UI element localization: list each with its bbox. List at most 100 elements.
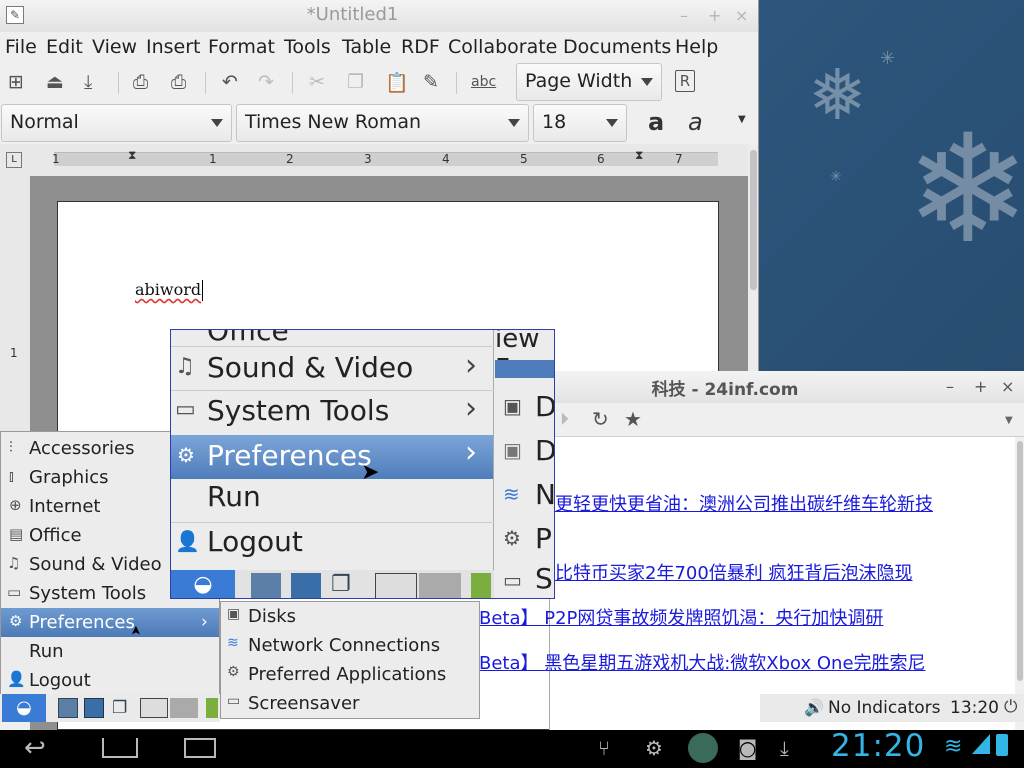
menu-file[interactable]: File [5, 36, 37, 58]
menu-tools[interactable]: Tools [284, 36, 331, 58]
redo-icon[interactable]: ↷ [258, 71, 274, 93]
italic-icon[interactable]: a [688, 108, 703, 136]
tab-stop-icon[interactable]: L [6, 152, 22, 168]
print-icon[interactable]: ⎙ [133, 71, 148, 93]
save-icon[interactable]: ⤓ [84, 71, 92, 93]
desktop-pager-icon[interactable] [170, 698, 198, 718]
menu-help[interactable]: Help [675, 36, 718, 58]
minimize-button[interactable]: – [946, 377, 954, 396]
window-icon[interactable]: ❐ [112, 698, 127, 718]
news-link[interactable]: Beta】 黑色星期五游戏机大战:微软Xbox One完胜索尼 [479, 649, 926, 675]
ruler-number: 6 [597, 152, 605, 166]
chevron-right-icon: › [465, 435, 477, 470]
zoom-item-run[interactable]: Run [207, 480, 261, 513]
forward-icon[interactable]: ⏵ [560, 409, 569, 430]
logout-icon: 👤 [7, 670, 26, 688]
home-icon[interactable] [102, 738, 138, 758]
font-size-combo[interactable]: 18 [533, 104, 627, 142]
mouse-cursor-icon: ➤ [128, 625, 144, 636]
zoom-submenu-letter[interactable]: D [535, 434, 554, 467]
zoom-divider [171, 390, 494, 391]
bookmark-star-icon[interactable]: ★ [624, 407, 642, 431]
menu-format[interactable]: Format [208, 36, 275, 58]
zoom-item-preferences-row[interactable]: ⚙ Preferences › [171, 435, 493, 479]
recent-apps-icon[interactable] [184, 738, 216, 758]
copy-icon[interactable]: ❐ [347, 71, 364, 93]
browser-scrollbar[interactable] [1015, 437, 1024, 730]
left-indent-marker[interactable]: ⧗ [128, 148, 136, 163]
style-combo[interactable]: Normal [1, 104, 232, 142]
close-button[interactable]: × [735, 6, 748, 25]
submenu-item-screensaver[interactable]: ▭ Screensaver [221, 689, 479, 718]
zoom-item-office[interactable]: Office [207, 330, 289, 347]
menu-rdf[interactable]: RDF [401, 36, 440, 58]
ruler-number: 1 [52, 152, 60, 166]
zoom-item-system-tools[interactable]: System Tools [207, 394, 389, 427]
document-text[interactable]: abiword [135, 280, 201, 299]
spellcheck-icon[interactable]: abc [471, 74, 496, 90]
font-combo[interactable]: Times New Roman [236, 104, 529, 142]
menu-table[interactable]: Table [342, 36, 391, 58]
menu-item-preferences[interactable]: ⚙ Preferences › [1, 608, 219, 637]
maximize-button[interactable]: + [974, 377, 987, 396]
desktop-pager-icon [419, 573, 461, 598]
menu-item-run[interactable]: Run [1, 637, 219, 666]
open-icon[interactable]: ⏏ [46, 71, 64, 93]
bold-icon[interactable]: a [648, 108, 664, 136]
app-icon[interactable] [206, 698, 218, 718]
zoom-submenu-letter[interactable]: P [535, 522, 552, 555]
zoom-item-logout[interactable]: Logout [207, 525, 303, 558]
scrollbar-thumb[interactable] [1017, 441, 1023, 681]
submenu-item-preferred-apps[interactable]: ⚙ Preferred Applications [221, 660, 479, 689]
maximize-button[interactable]: + [708, 6, 721, 25]
wifi-icon: ≋ [227, 635, 239, 651]
menu-collaborate[interactable]: Collaborate [448, 36, 557, 58]
start-menu-icon[interactable]: ◒ [2, 694, 46, 722]
zoom-item-sound-video[interactable]: Sound & Video [207, 351, 413, 384]
vertical-ruler[interactable]: 1 [0, 176, 30, 436]
chevron-down-icon [211, 119, 223, 127]
submenu-item-network[interactable]: ≋ Network Connections [221, 631, 479, 660]
news-link[interactable]: 比特币买家2年700倍暴利 疯狂背后泡沫隐现 [555, 559, 913, 585]
cut-icon[interactable]: ✂ [309, 71, 325, 93]
ruler-track[interactable] [54, 152, 718, 166]
scrollbar-thumb[interactable] [750, 150, 757, 290]
menu-item-logout[interactable]: 👤 Logout [1, 666, 219, 695]
right-indent-marker[interactable]: ⧗ [635, 148, 643, 163]
toolbar-menu-icon[interactable]: ▼ [1005, 415, 1013, 426]
menu-insert[interactable]: Insert [146, 36, 201, 58]
back-icon[interactable]: ↩ [24, 733, 46, 763]
indicator-text[interactable]: No Indicators [828, 698, 941, 718]
close-button[interactable]: × [1001, 377, 1014, 396]
monitor-icon: ▭ [7, 583, 22, 601]
menu-edit[interactable]: Edit [46, 36, 83, 58]
browser-titlebar[interactable]: 科技 - 24inf.com – + × [550, 371, 1024, 403]
minimize-button[interactable]: – [680, 6, 688, 25]
file-manager-icon[interactable] [58, 698, 78, 718]
undo-icon[interactable]: ↶ [222, 71, 238, 93]
zoom-submenu-letter[interactable]: D [535, 390, 554, 423]
news-link[interactable]: Beta】 P2P网贷事故频发牌照饥渴：央行加快调研 [479, 604, 883, 630]
overflow-arrow-icon[interactable]: ▼ [738, 114, 746, 125]
zoom-combo[interactable]: Page Width [516, 63, 662, 101]
menu-view[interactable]: View [92, 36, 137, 58]
abiword-titlebar[interactable]: ✎ *Untitled1 – + × [0, 0, 758, 32]
paste-icon[interactable]: 📋 [385, 71, 409, 94]
power-icon[interactable]: ⏻ [1004, 697, 1017, 717]
print-preview-icon[interactable]: ⎙ [171, 71, 186, 93]
format-painter-icon[interactable]: ✎ [423, 71, 439, 93]
new-document-icon[interactable]: ⊞ [8, 71, 24, 93]
zoom-submenu-letter[interactable]: Sc [535, 562, 554, 595]
rdf-icon[interactable]: R [675, 70, 695, 92]
news-link[interactable]: 更轻更快更省油：澳洲公司推出碳纤维车轮新技 [555, 490, 933, 516]
submenu-item-disks[interactable]: ▣ Disks [221, 602, 479, 631]
app-launcher-icon[interactable] [84, 698, 104, 718]
volume-icon[interactable]: 🔊 [804, 698, 824, 717]
text-caret [202, 280, 203, 301]
desktop-pager-icon[interactable] [140, 698, 168, 718]
zoom-submenu-letter[interactable]: N [535, 478, 554, 511]
menu-documents[interactable]: Documents [563, 36, 671, 58]
ruler-number: 1 [209, 152, 217, 166]
reload-icon[interactable]: ↻ [592, 407, 609, 431]
tray-clock[interactable]: 13:20 [950, 698, 999, 718]
